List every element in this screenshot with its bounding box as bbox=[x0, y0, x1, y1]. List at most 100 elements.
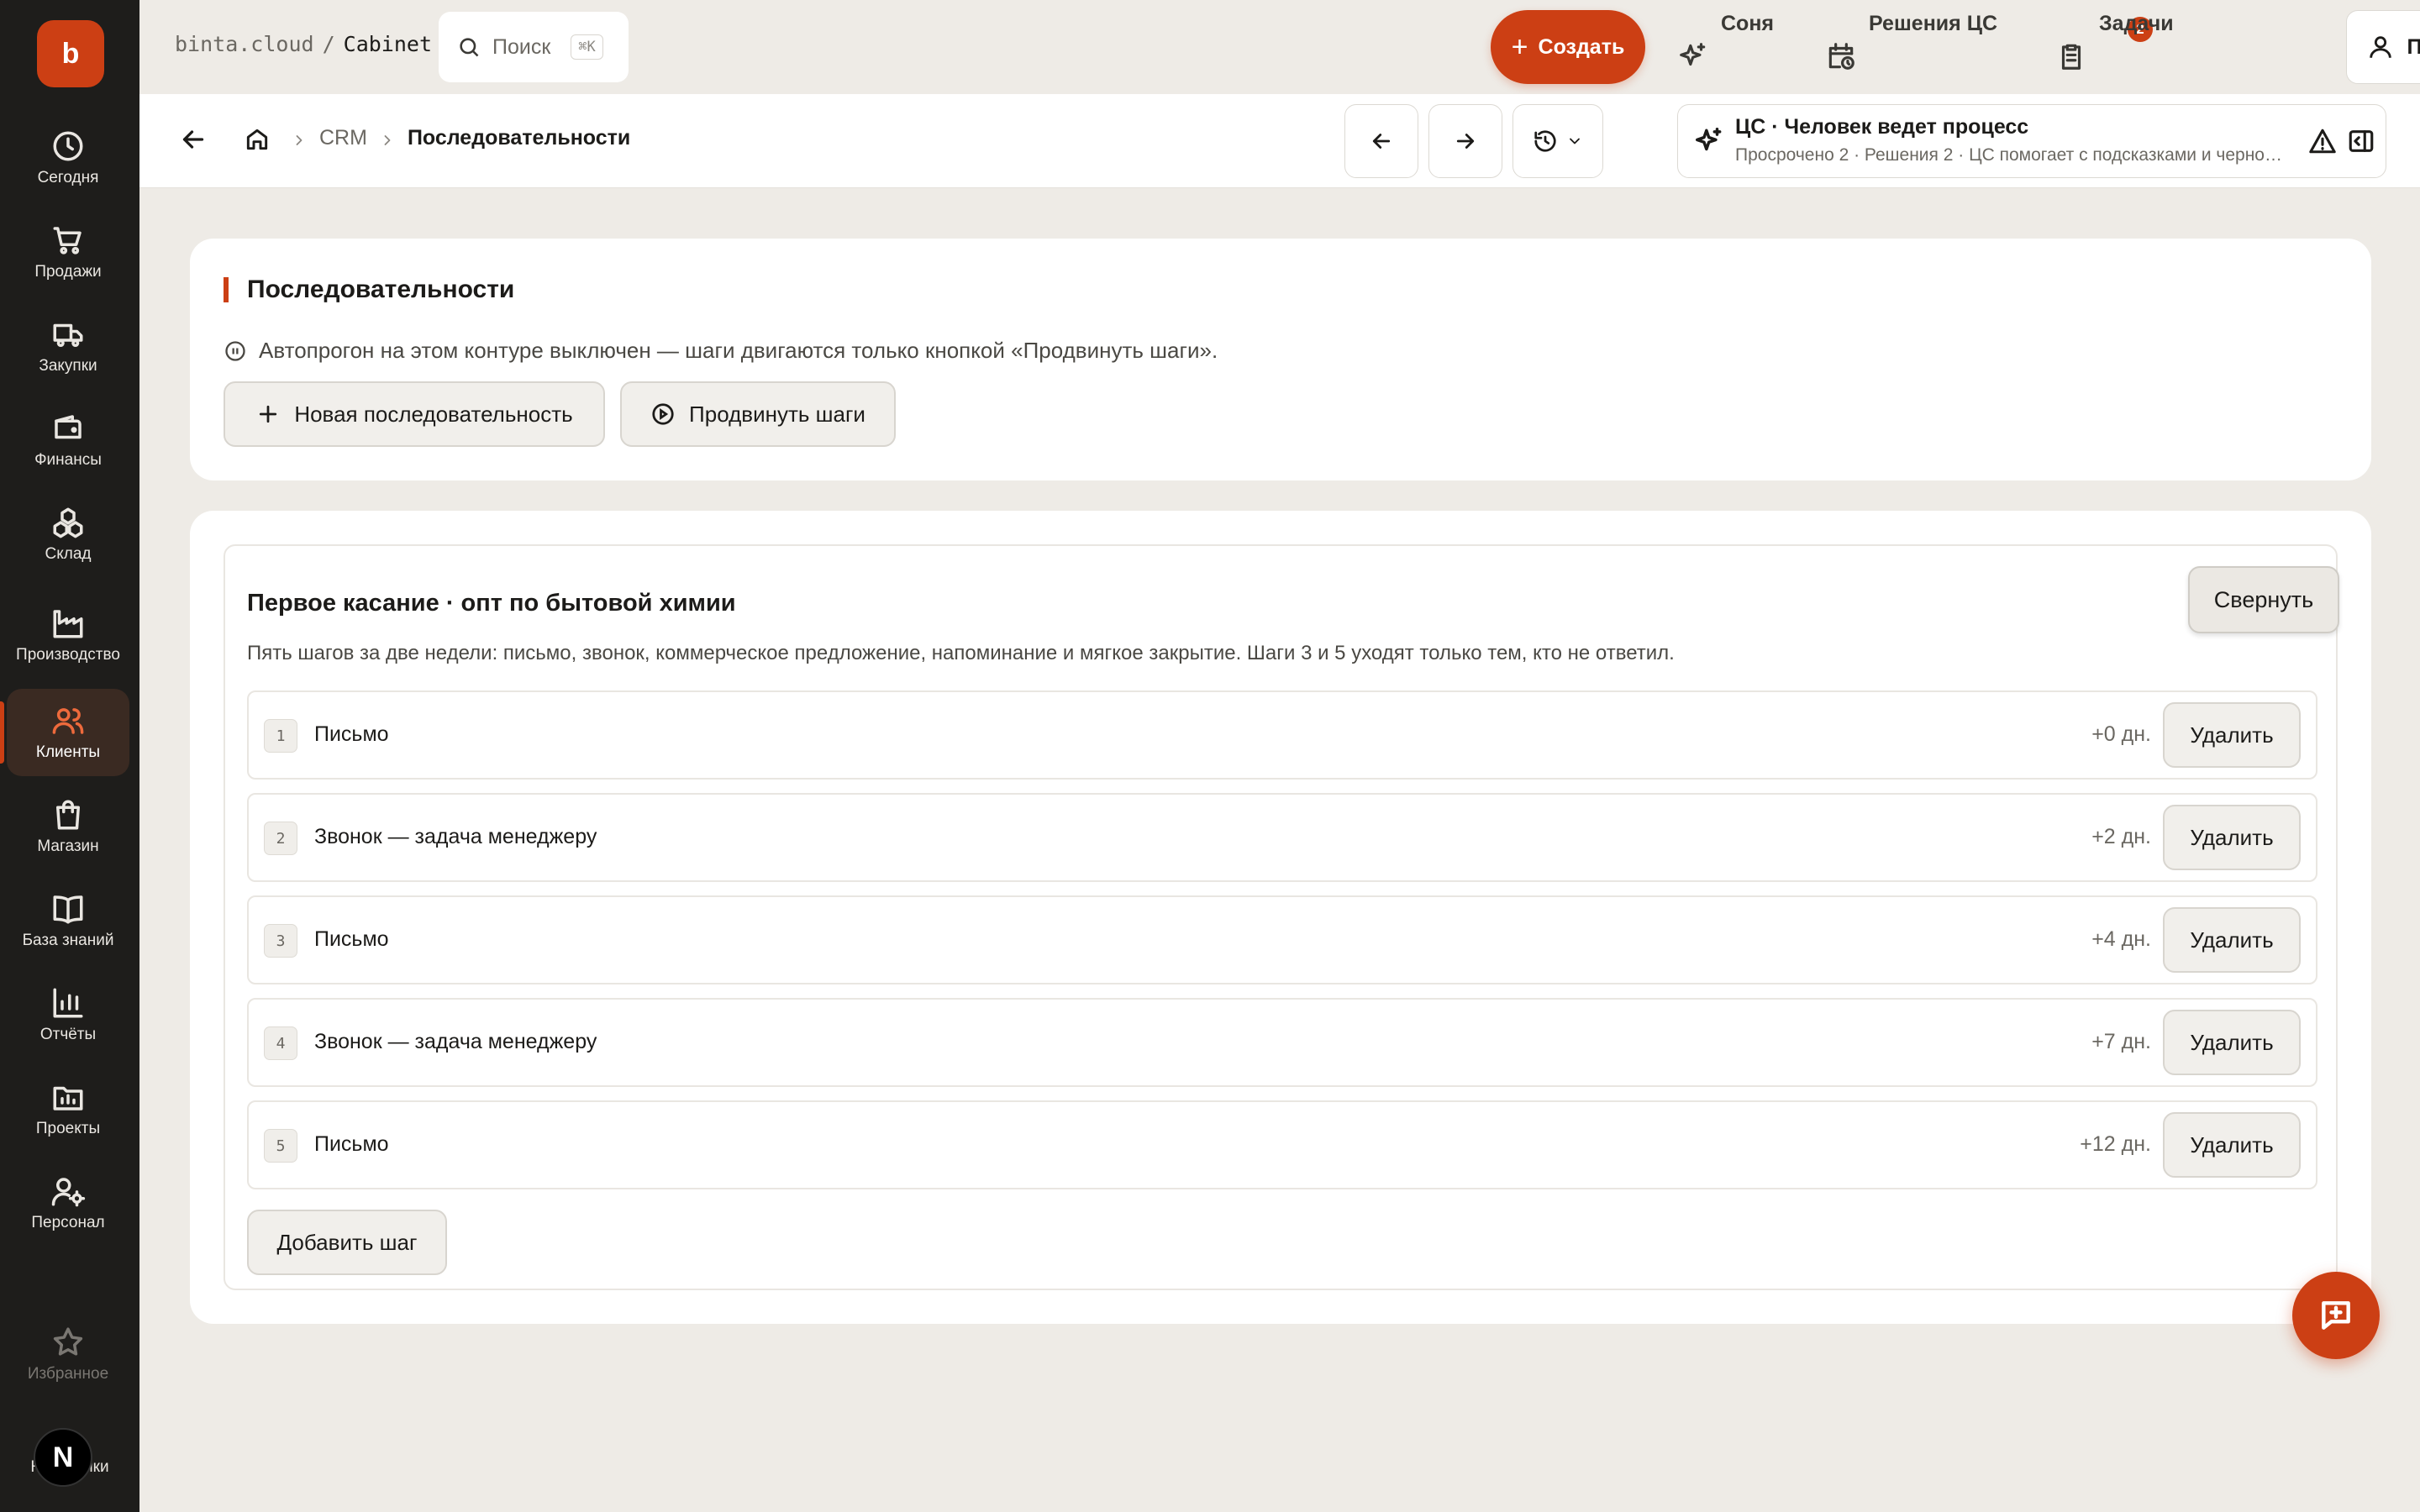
calendar-clock-icon bbox=[1828, 43, 1854, 70]
sidebar-item-finance[interactable]: Финансы bbox=[7, 396, 129, 484]
history-back-button[interactable] bbox=[1344, 104, 1418, 178]
sidebar-item-clients[interactable]: Клиенты bbox=[7, 689, 129, 776]
sidebar-item-projects[interactable]: Проекты bbox=[7, 1065, 129, 1152]
delete-step-button[interactable]: Удалить bbox=[2163, 907, 2301, 973]
new-sequence-button[interactable]: Новая последовательность bbox=[224, 381, 605, 447]
plus-icon bbox=[260, 405, 277, 423]
tasks-button[interactable]: Задачи bbox=[2055, 10, 2174, 84]
active-indicator bbox=[0, 701, 4, 764]
workspace-section: Cabinet bbox=[343, 32, 432, 56]
autorun-info-text: Автопрогон на этом контуре выключен — ша… bbox=[259, 338, 1218, 363]
brand-name[interactable]: binta.cloud bbox=[175, 32, 314, 56]
add-step-label: Добавить шаг bbox=[276, 1229, 418, 1255]
sidebar-item-staff[interactable]: Персонал bbox=[7, 1159, 129, 1247]
arrow-right-icon bbox=[1456, 134, 1475, 149]
delete-step-button[interactable]: Удалить bbox=[2163, 1010, 2301, 1075]
step-delay: +4 дн. bbox=[2091, 927, 2151, 951]
add-step-button[interactable]: Добавить шаг bbox=[247, 1210, 447, 1275]
sidebar-item-today[interactable]: Сегодня bbox=[7, 114, 129, 202]
warning-icon bbox=[2309, 129, 2336, 154]
sidebar-item-label: Проекты bbox=[35, 1120, 101, 1137]
search-icon bbox=[460, 38, 479, 57]
plus-icon: + bbox=[1511, 31, 1528, 63]
sidebar: b Сегодня Продажи Закупки Финансы Склад … bbox=[0, 0, 139, 1512]
delete-step-button[interactable]: Удалить bbox=[2163, 805, 2301, 870]
collapse-button[interactable]: Свернуть bbox=[2188, 566, 2339, 633]
sidebar-item-label: Клиенты bbox=[35, 743, 101, 761]
history-dropdown-button[interactable] bbox=[1512, 104, 1603, 178]
sidebar-item-favorites[interactable]: Избранное bbox=[7, 1310, 129, 1398]
clock-icon bbox=[53, 131, 83, 161]
factory-icon bbox=[53, 610, 83, 638]
sidebar-item-label: Персонал bbox=[31, 1214, 105, 1231]
sidebar-item-shop[interactable]: Магазин bbox=[7, 783, 129, 870]
sidebar-panel-icon bbox=[2349, 130, 2374, 152]
history-forward-button[interactable] bbox=[1428, 104, 1502, 178]
chart-icon bbox=[53, 988, 83, 1018]
cs-title: ЦС · Человек ведет процесс bbox=[1735, 115, 2029, 139]
create-button[interactable]: + Создать bbox=[1491, 10, 1645, 84]
search-input[interactable]: Поиск ⌘K bbox=[439, 12, 629, 82]
truck-icon bbox=[53, 323, 83, 348]
new-sequence-label: Новая последовательность bbox=[294, 401, 573, 427]
user-gear-icon bbox=[51, 1178, 86, 1207]
step-name: Звонок — задача менеджеру bbox=[314, 1030, 597, 1053]
home-button[interactable] bbox=[244, 126, 274, 156]
sidebar-item-label: Финансы bbox=[34, 451, 102, 469]
star-icon bbox=[53, 1327, 83, 1356]
breadcrumb-crm[interactable]: CRM bbox=[319, 126, 367, 150]
step-name: Письмо bbox=[314, 927, 389, 951]
tasks-label: Задачи bbox=[2099, 12, 2174, 35]
sidebar-item-sales[interactable]: Продажи bbox=[7, 208, 129, 296]
next-dev-badge[interactable]: N bbox=[34, 1428, 92, 1487]
play-circle-icon bbox=[652, 403, 674, 425]
home-icon bbox=[246, 129, 268, 150]
history-icon bbox=[1534, 130, 1556, 152]
sidebar-item-label: Магазин bbox=[37, 837, 99, 855]
topbar: binta.cloud / Cabinet Поиск ⌘K + Создать С… bbox=[139, 0, 2420, 94]
breadcrumb: CRM Последовательности bbox=[291, 126, 630, 150]
sidebar-item-label: Отчёты bbox=[39, 1026, 97, 1043]
step-delay: +12 дн. bbox=[2080, 1132, 2151, 1156]
back-button[interactable] bbox=[178, 124, 212, 158]
advance-steps-button[interactable]: Продвинуть шаги bbox=[620, 381, 896, 447]
toggle-panel-button[interactable] bbox=[2347, 127, 2375, 155]
sidebar-item-purchases[interactable]: Закупки bbox=[7, 302, 129, 390]
workspace-breadcrumb: binta.cloud / Cabinet bbox=[175, 32, 432, 56]
sidebar-item-label: База знаний bbox=[22, 932, 114, 949]
clipboard-icon bbox=[2061, 44, 2081, 70]
step-number: 4 bbox=[264, 1026, 297, 1060]
delete-step-button[interactable]: Удалить bbox=[2163, 1112, 2301, 1178]
step-number: 2 bbox=[264, 822, 297, 855]
autorun-info: Автопрогон на этом контуре выключен — ша… bbox=[224, 338, 1218, 364]
sidebar-item-warehouse[interactable]: Склад bbox=[7, 491, 129, 578]
sidebar-item-label: Склад bbox=[45, 545, 92, 563]
step-row: 4 Звонок — задача менеджеру +7 дн. Удали… bbox=[247, 998, 2317, 1087]
cs-subtitle: Просрочено 2 · Решения 2 · ЦС помогает с… bbox=[1735, 145, 2290, 165]
arrow-left-icon bbox=[1372, 134, 1391, 149]
delete-step-button[interactable]: Удалить bbox=[2163, 702, 2301, 768]
folder-icon bbox=[53, 1086, 83, 1110]
sidebar-item-reports[interactable]: Отчёты bbox=[7, 971, 129, 1058]
app-logo[interactable]: b bbox=[37, 20, 104, 87]
chevron-right-icon bbox=[379, 130, 396, 147]
cs-status-panel[interactable]: ЦС · Человек ведет процесс Просрочено 2 … bbox=[1677, 104, 2386, 178]
warning-button[interactable] bbox=[2308, 127, 2337, 155]
wallet-icon bbox=[55, 415, 82, 439]
step-delay: +7 дн. bbox=[2091, 1030, 2151, 1053]
book-icon bbox=[53, 895, 83, 924]
chat-sparkle-icon bbox=[2322, 1301, 2350, 1330]
step-row: 1 Письмо +0 дн. Удалить bbox=[247, 690, 2317, 780]
chat-assistant-button[interactable] bbox=[2292, 1272, 2380, 1359]
step-name: Письмо bbox=[314, 722, 389, 746]
step-number: 3 bbox=[264, 924, 297, 958]
sidebar-item-label: Продажи bbox=[34, 263, 102, 281]
sidebar-item-knowledge[interactable]: База знаний bbox=[7, 877, 129, 964]
sequence-description: Пять шагов за две недели: письмо, звонок… bbox=[247, 642, 1675, 664]
profile-button[interactable]: Профиль bbox=[2346, 10, 2420, 84]
profile-label: Профиль bbox=[2407, 34, 2420, 59]
chevron-right-icon bbox=[291, 130, 308, 147]
decisions-button[interactable]: Решения ЦС bbox=[1825, 10, 1997, 84]
assistant-button[interactable]: Соня bbox=[1677, 10, 1774, 84]
sidebar-item-production[interactable]: Производство bbox=[7, 585, 129, 685]
